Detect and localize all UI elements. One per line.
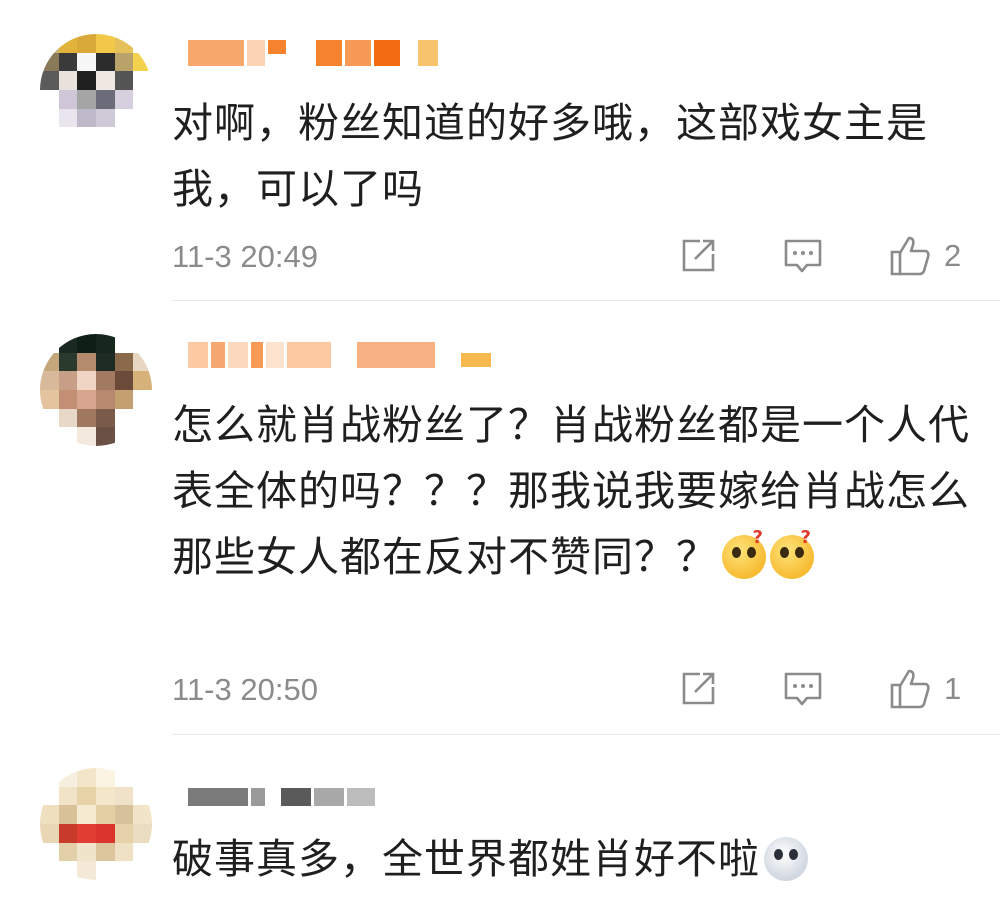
comment-text: 对啊，粉丝知道的好多哦，这部戏女主是我，可以了吗	[172, 99, 928, 213]
username-blurred[interactable]	[188, 778, 375, 816]
reply-button[interactable]	[782, 666, 824, 712]
comment-meta: 11-3 20:50 1	[172, 666, 972, 716]
like-button[interactable]: 1	[888, 666, 961, 712]
comment-icon	[784, 239, 822, 273]
divider	[172, 734, 1000, 735]
divider	[172, 300, 1000, 301]
confused-emoji-icon: ?	[770, 529, 814, 579]
like-button[interactable]: 2	[888, 233, 961, 279]
comment-timestamp: 11-3 20:50	[172, 672, 318, 707]
repost-button[interactable]	[678, 666, 718, 712]
reply-button[interactable]	[782, 233, 824, 279]
username-blurred[interactable]	[188, 336, 491, 374]
comment-timestamp: 11-3 20:49	[172, 239, 318, 274]
avatar[interactable]	[40, 768, 152, 880]
like-count: 1	[944, 671, 962, 706]
comment-meta: 11-3 20:49 2	[172, 233, 972, 283]
like-count: 2	[944, 238, 962, 273]
husky-emoji-icon	[764, 837, 808, 881]
comment-text-content: 破事真多，全世界都姓肖好不啦	[172, 835, 760, 883]
comment-text-content: 怎么就肖战粉丝了？肖战粉丝都是一个人代表全体的吗？？？那我说我要嫁给肖战怎么那些…	[172, 401, 970, 581]
repost-icon	[682, 239, 715, 272]
comment-icon	[784, 672, 822, 706]
avatar[interactable]	[40, 34, 152, 146]
username-blurred[interactable]	[188, 34, 438, 72]
thumbs-up-icon	[890, 669, 930, 709]
confused-emoji-icon: ?	[722, 529, 766, 579]
comment-text: 破事真多，全世界都姓肖好不啦	[172, 826, 972, 892]
comment-text: 怎么就肖战粉丝了？肖战粉丝都是一个人代表全体的吗？？？那我说我要嫁给肖战怎么那些…	[172, 392, 972, 590]
thumbs-up-icon	[890, 236, 930, 276]
avatar[interactable]	[40, 334, 152, 446]
repost-button[interactable]	[678, 233, 718, 279]
repost-icon	[682, 672, 715, 705]
